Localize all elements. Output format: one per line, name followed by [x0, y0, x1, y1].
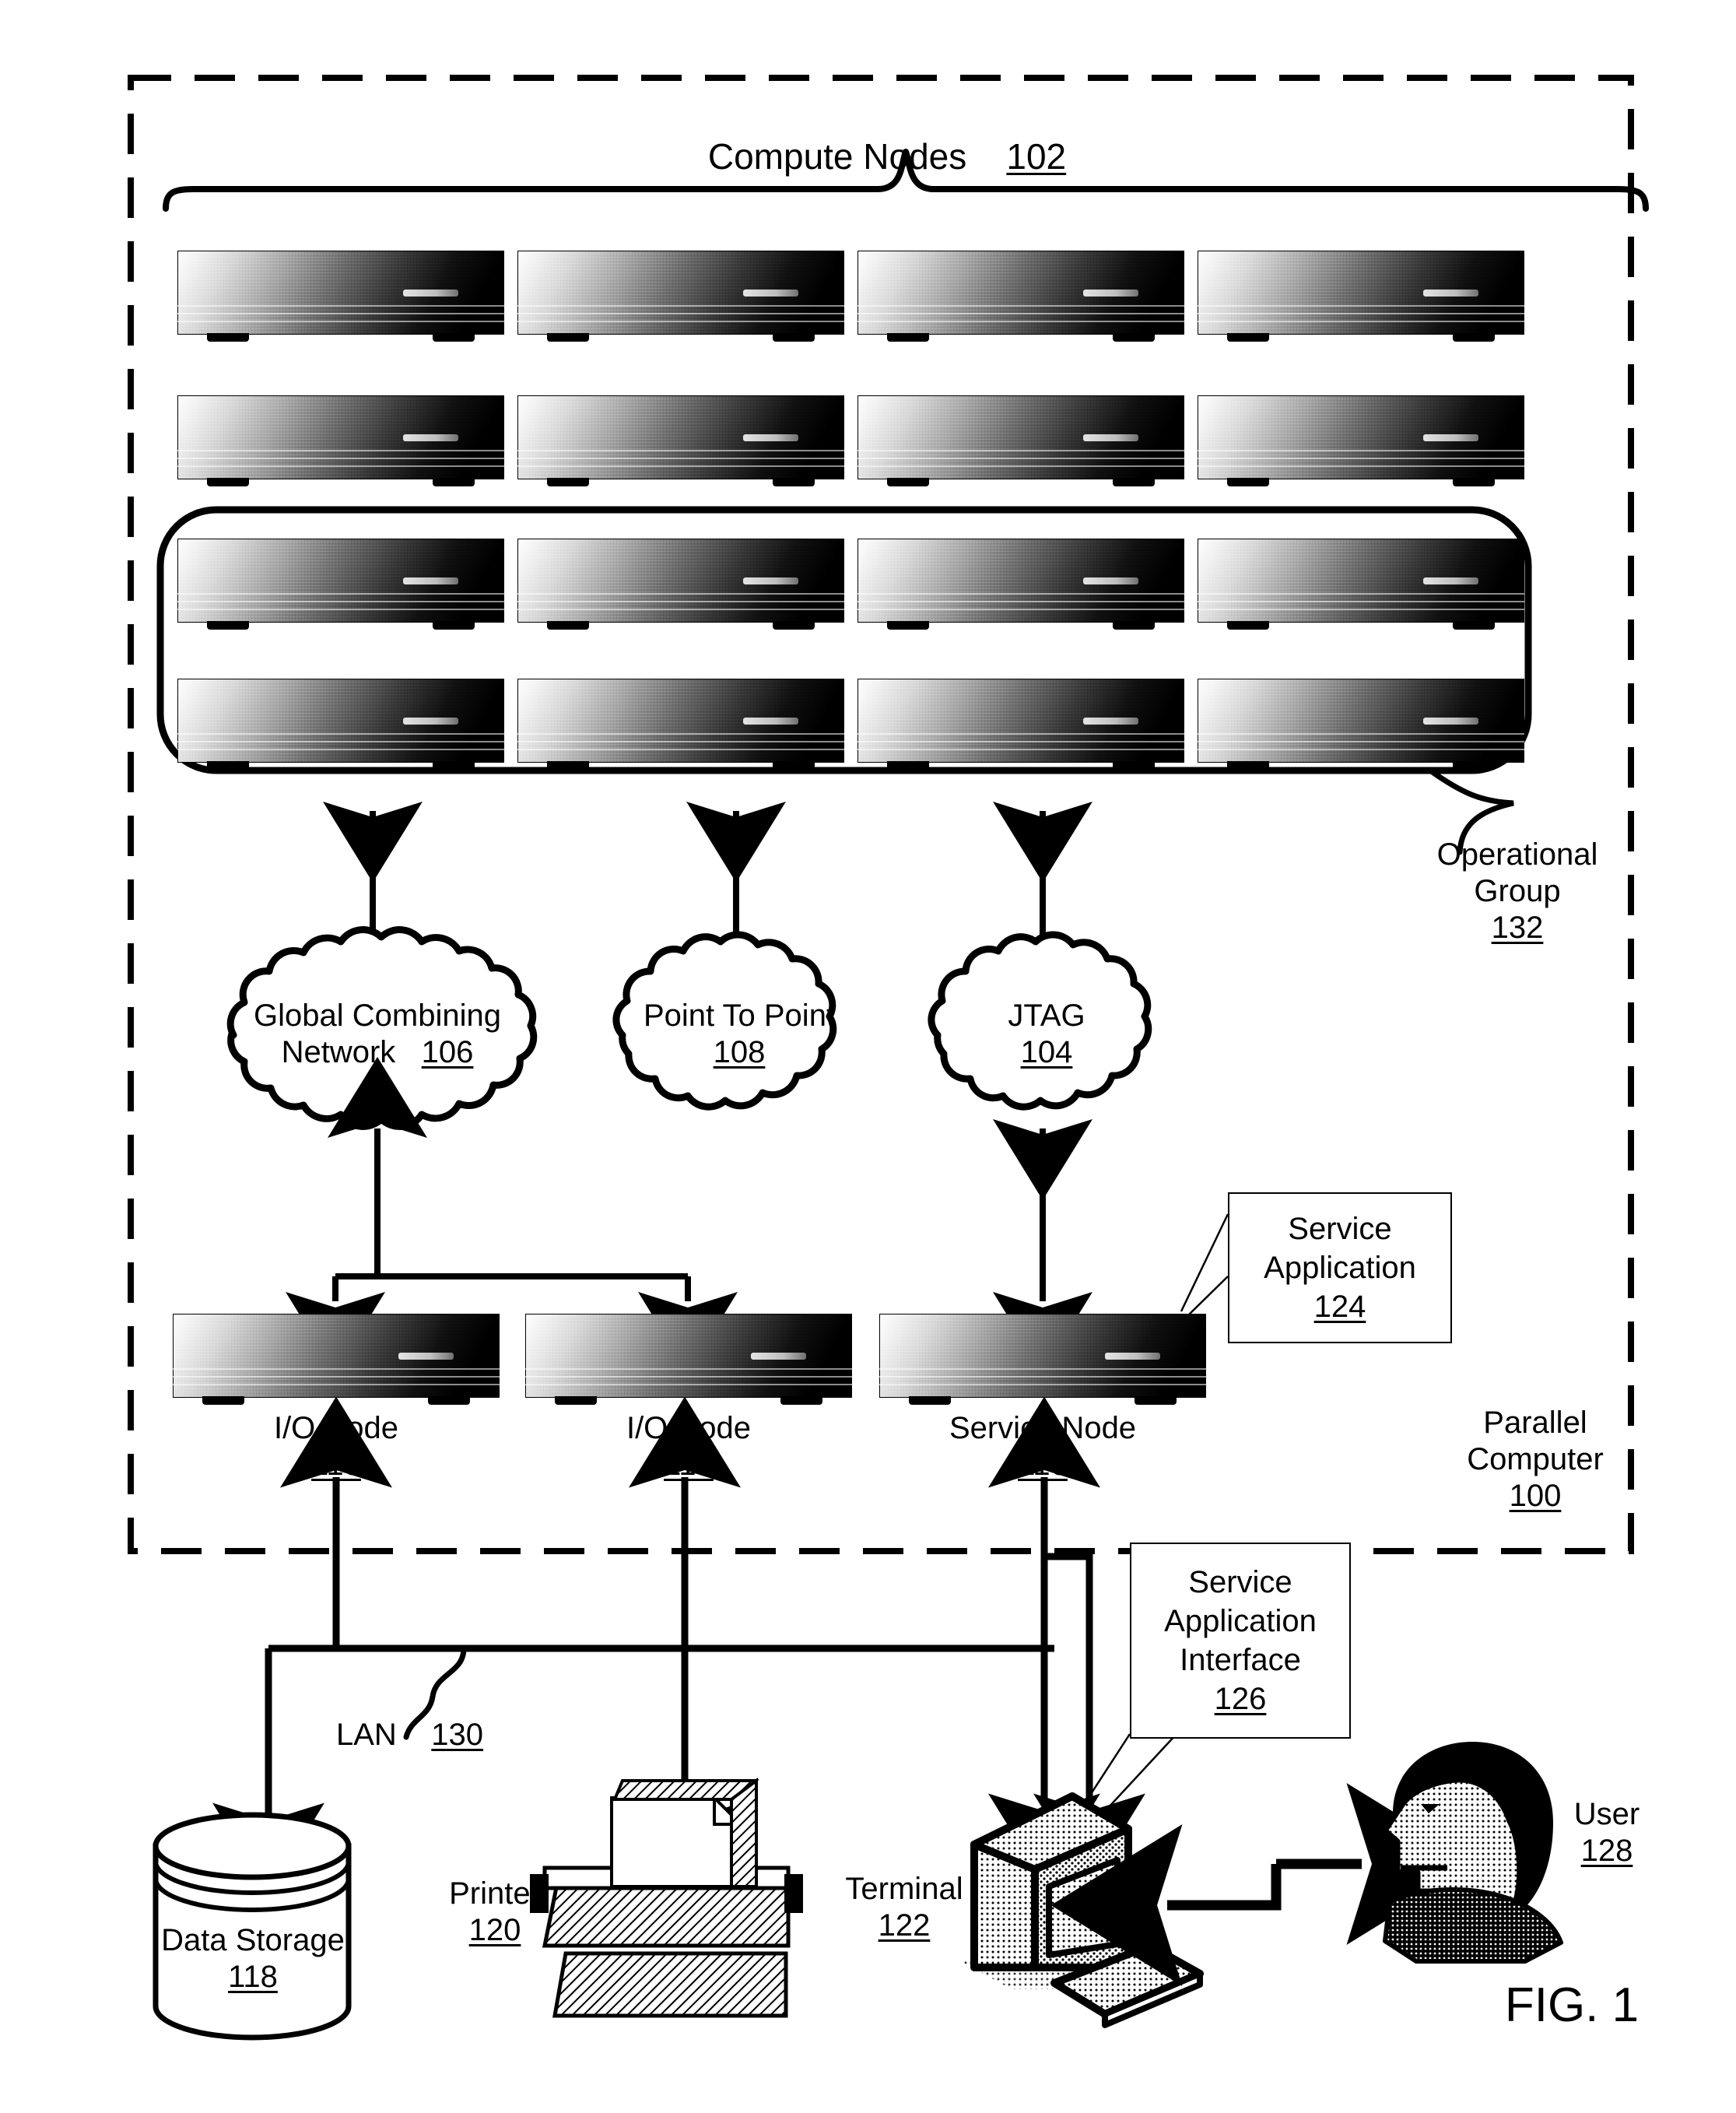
- io-node-114-text: I/O Node: [626, 1411, 752, 1445]
- lan-text: LAN: [336, 1718, 397, 1752]
- sai-line1: Service: [1188, 1565, 1292, 1599]
- compute-node-icon: [517, 251, 844, 342]
- ptp-line1: Point To Point: [643, 999, 836, 1033]
- compute-node-icon: [857, 251, 1184, 342]
- figure-caption: FIG. 1: [1463, 1977, 1681, 2034]
- user-text: User: [1573, 1797, 1640, 1831]
- sai-line2: Application: [1164, 1604, 1317, 1638]
- terminal-label: Terminal 122: [834, 1871, 974, 1944]
- terminal-text: Terminal: [845, 1872, 963, 1906]
- lan-bus: [212, 1396, 1145, 1894]
- service-node-ref: 116: [1018, 1448, 1068, 1483]
- compute-node-icon: [857, 395, 1184, 486]
- compute-nodes-text: Compute Nodes: [707, 136, 967, 177]
- io-node-114-icon: [525, 1314, 852, 1405]
- gcn-ref: 106: [421, 1035, 474, 1070]
- data-storage-label: Data Storage 118: [143, 1922, 363, 1995]
- service-application-leaders: [1180, 1213, 1229, 1318]
- parallel-computer-label: Parallel Computer 100: [1446, 1405, 1625, 1515]
- printer-icon: [530, 1778, 803, 2018]
- printer-text: Printer: [449, 1876, 541, 1911]
- operational-group-label: Operational Group 132: [1405, 837, 1630, 947]
- service-application-line2: Application: [1264, 1251, 1416, 1285]
- compute-node-icon: [857, 679, 1184, 770]
- compute-node-icon: [857, 539, 1184, 630]
- service-node-icon: [879, 1314, 1206, 1405]
- io-node-110-text: I/O Node: [273, 1411, 399, 1445]
- data-storage-ref: 118: [228, 1960, 278, 1995]
- jtag-line1: JTAG: [1008, 999, 1085, 1033]
- service-application-callout: Service Application 124: [1228, 1192, 1452, 1343]
- parallel-computer-ref: 100: [1509, 1479, 1562, 1514]
- io-node-114-ref: 114: [664, 1448, 714, 1483]
- compute-node-icon: [177, 395, 504, 486]
- data-storage-text: Data Storage: [161, 1923, 345, 1957]
- io-node-110-ref: 110: [311, 1448, 361, 1483]
- operational-group-ref: 132: [1491, 911, 1544, 946]
- compute-node-icon: [1198, 539, 1524, 630]
- service-application-ref: 124: [1313, 1290, 1366, 1324]
- sai-line3: Interface: [1180, 1643, 1301, 1677]
- io-node-114-label: I/O Node 114: [533, 1410, 844, 1483]
- parallel-computer-line1: Parallel: [1483, 1406, 1587, 1440]
- compute-node-icon: [517, 539, 844, 630]
- compute-node-icon: [517, 395, 844, 486]
- person-head-icon: [1382, 1742, 1563, 1964]
- compute-node-icon: [517, 679, 844, 770]
- point-to-point-label: Point To Point 108: [623, 998, 856, 1071]
- gcn-to-io-links: [286, 1057, 738, 1373]
- compute-node-icon: [177, 679, 504, 770]
- lan-label: LAN 130: [336, 1717, 570, 1753]
- compute-nodes-ref: 102: [1006, 136, 1067, 177]
- terminal-ref: 122: [878, 1908, 931, 1943]
- parallel-computer-line2: Computer: [1467, 1442, 1604, 1477]
- service-application-line1: Service: [1288, 1212, 1392, 1246]
- user-label: User 128: [1545, 1796, 1669, 1869]
- service-node-text: Service Node: [949, 1411, 1137, 1445]
- printer-label: Printer 120: [433, 1876, 557, 1949]
- compute-node-icon: [1198, 251, 1524, 342]
- operational-group-line2: Group: [1474, 874, 1561, 909]
- printer-ref: 120: [468, 1913, 521, 1948]
- gcn-line1: Global Combining: [254, 999, 501, 1033]
- compute-node-icon: [177, 251, 504, 342]
- operational-group-line1: Operational: [1436, 837, 1598, 872]
- jtag-label: JTAG 104: [938, 998, 1156, 1071]
- compute-node-icon: [1198, 395, 1524, 486]
- figure-canvas: Compute Nodes 102 Operational Group 132 …: [0, 0, 1736, 2113]
- compute-node-icon: [177, 539, 504, 630]
- user-ref: 128: [1580, 1834, 1633, 1869]
- service-node-label: Service Node 116: [887, 1410, 1198, 1483]
- figure-caption-text: FIG. 1: [1504, 1978, 1640, 2032]
- io-node-110-icon: [173, 1314, 500, 1405]
- lan-ref: 130: [431, 1718, 484, 1752]
- compute-node-icon: [1198, 679, 1524, 770]
- crt-monitor-icon: [961, 1792, 1204, 2028]
- global-combining-network-label: Global Combining Network 106: [226, 998, 529, 1071]
- sai-ref: 126: [1214, 1682, 1267, 1716]
- jtag-ref: 104: [1020, 1035, 1073, 1070]
- gcn-line2: Network: [281, 1035, 396, 1070]
- service-application-interface-callout: Service Application Interface 126: [1130, 1543, 1351, 1739]
- terminal-user-arrows: [1050, 1783, 1478, 1986]
- io-node-110-label: I/O Node 110: [181, 1410, 492, 1483]
- compute-nodes-label: Compute Nodes 102: [685, 135, 1089, 177]
- ptp-ref: 108: [713, 1035, 766, 1070]
